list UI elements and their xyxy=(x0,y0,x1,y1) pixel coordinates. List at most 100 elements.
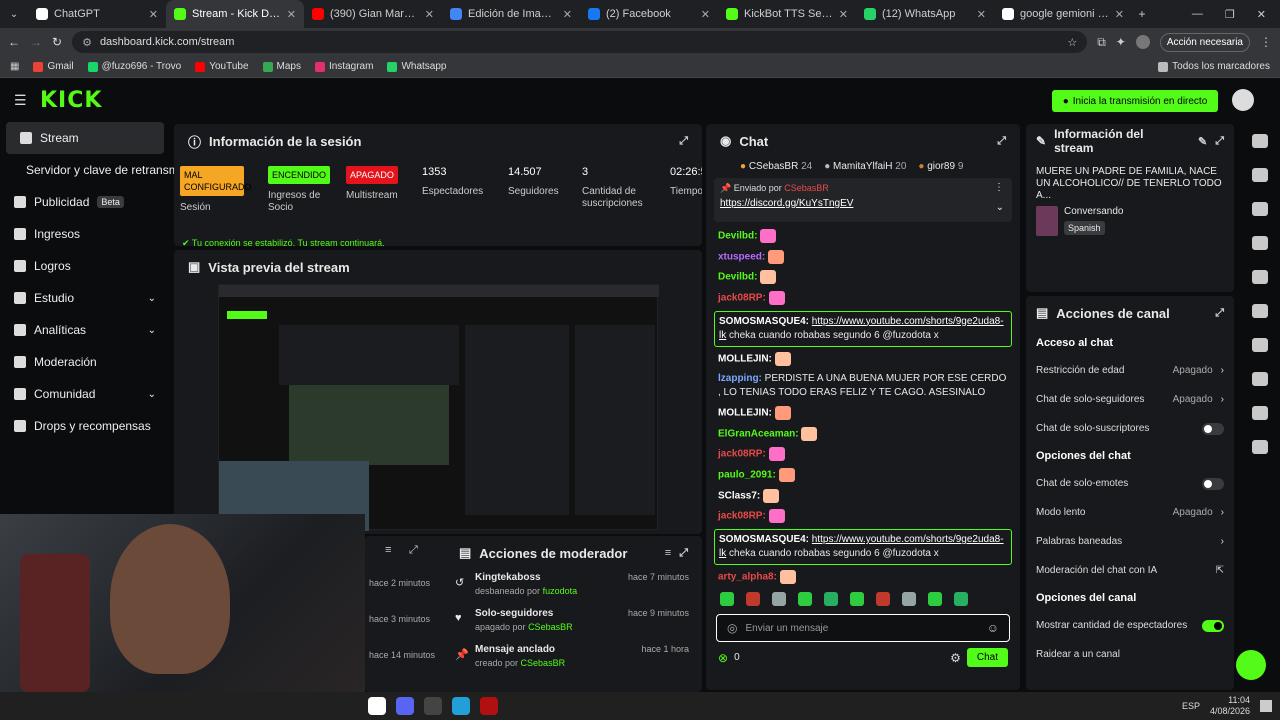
chat-message[interactable]: Devilbd: xyxy=(706,226,1020,247)
emote-icon[interactable] xyxy=(824,592,838,606)
clock[interactable]: 11:04 4/08/2026 xyxy=(1210,695,1250,717)
menu-kebab-icon[interactable]: ⋮ xyxy=(1260,35,1272,49)
chat-username[interactable]: jack08RP: xyxy=(718,293,766,304)
broadcast-icon[interactable] xyxy=(1252,338,1268,352)
mod-action-row[interactable]: ♥ Solo-seguidores apagado por CSebasBR hace… xyxy=(445,606,695,640)
dota-icon[interactable] xyxy=(480,697,498,715)
chat-username[interactable]: arty_alpha8: xyxy=(718,572,777,583)
chat-username[interactable]: jack08RP: xyxy=(718,449,766,460)
close-tab-icon[interactable]: ✕ xyxy=(149,8,158,21)
smile-icon[interactable]: ☺ xyxy=(987,621,999,635)
channel-setting-row[interactable]: Mostrar cantidad de espectadores xyxy=(1026,611,1234,640)
browser-tab[interactable]: Edición de Imagen: Delfin ✕ xyxy=(442,0,580,28)
chat-username[interactable]: ElGranAceaman: xyxy=(718,428,799,439)
chat-input[interactable]: ◎ Enviar un mensaje ☺ xyxy=(716,614,1010,642)
close-tab-icon[interactable]: ✕ xyxy=(701,8,710,21)
chat-message[interactable]: MOLLEJIN: xyxy=(706,349,1020,370)
notification-icon[interactable] xyxy=(1260,700,1272,712)
emote-icon[interactable] xyxy=(772,592,786,606)
profile-action-button[interactable]: Acción necesaria xyxy=(1159,32,1250,52)
bookmark-item[interactable]: Instagram xyxy=(314,61,373,72)
telegram-icon[interactable] xyxy=(452,697,470,715)
close-tab-icon[interactable]: ✕ xyxy=(425,8,434,21)
bookmark-item[interactable]: YouTube xyxy=(195,61,249,72)
avatar[interactable] xyxy=(1232,89,1254,111)
chat-username[interactable]: SOMOSMASQUE4: xyxy=(719,534,809,545)
bookmark-item[interactable]: Maps xyxy=(262,61,301,72)
sidebar-item[interactable]: Comunidad ⌄ xyxy=(0,378,170,410)
chat-username[interactable]: Devilbd: xyxy=(718,231,757,242)
chat-message[interactable]: paulo_2091: xyxy=(706,465,1020,486)
cluster-icon[interactable] xyxy=(1252,440,1268,454)
chat-message[interactable]: SOMOSMASQUE4: https://www.youtube.com/sh… xyxy=(714,310,1012,347)
chat-bubble-icon[interactable] xyxy=(1252,304,1268,318)
expand-icon[interactable]: ⤢ xyxy=(997,135,1006,148)
bookmark-item[interactable]: Whatsapp xyxy=(387,61,446,72)
close-tab-icon[interactable]: ✕ xyxy=(977,8,986,21)
channel-setting-row[interactable]: Restricción de edad Apagado › xyxy=(1026,356,1234,385)
toggle-switch[interactable] xyxy=(1202,477,1224,490)
mod-action-row[interactable]: 📌 Mensaje anclado creado por CSebasBR hace … xyxy=(445,642,695,676)
chat-username[interactable]: SClass7: xyxy=(718,490,760,501)
puzzle-icon[interactable]: ✦ xyxy=(1116,35,1126,49)
settings-gear-icon[interactable]: ⚙ xyxy=(950,651,961,665)
browser-tab[interactable]: Stream - Kick Dashboard ✕ xyxy=(166,0,304,28)
pinned-link[interactable]: https://discord.gg/KuYsTngEV xyxy=(720,198,1006,209)
site-info-icon[interactable]: ⚙ xyxy=(82,36,92,49)
channel-setting-row[interactable]: Chat de solo-seguidores Apagado › xyxy=(1026,385,1234,414)
browser-tab[interactable]: (12) WhatsApp ✕ xyxy=(856,0,994,28)
chat-message[interactable]: Devilbd: xyxy=(706,267,1020,288)
expand-icon[interactable]: ⤢ xyxy=(1215,307,1224,320)
tab-search-icon[interactable]: ⌄ xyxy=(0,9,28,20)
chat-message[interactable]: lzapping: PERDISTE A UNA BUENA MUJER POR… xyxy=(706,369,1020,403)
top-gifter[interactable]: ● MamitaYlfaiH 20 xyxy=(824,161,906,172)
sidebar-item[interactable]: Moderación xyxy=(0,346,170,378)
sidebar-item[interactable]: Drops y recompensas xyxy=(0,410,170,442)
expand-icon[interactable]: ⤢ xyxy=(409,544,418,557)
chat-username[interactable]: MOLLEJIN: xyxy=(718,408,772,419)
sidebar-item[interactable]: Analíticas ⌄ xyxy=(0,314,170,346)
stream-preview-video[interactable] xyxy=(218,284,659,531)
channel-setting-row[interactable]: Raidear a un canal xyxy=(1026,640,1234,669)
profile-icon[interactable] xyxy=(1135,35,1150,49)
emote-icon[interactable] xyxy=(720,592,734,606)
wrench-icon[interactable] xyxy=(1252,406,1268,420)
emote-icon[interactable] xyxy=(954,592,968,606)
toggle-switch[interactable] xyxy=(1202,422,1224,435)
chat-message[interactable]: SClass7: xyxy=(706,486,1020,507)
emote-icon[interactable] xyxy=(876,592,890,606)
chat-username[interactable]: SOMOSMASQUE4: xyxy=(719,316,809,327)
chat-message[interactable]: jack08RP: xyxy=(706,506,1020,527)
mod-action-row[interactable]: ↺ Kingtekaboss desbaneado por fuzodota hace… xyxy=(445,570,695,604)
sidebar-item[interactable]: Stream xyxy=(6,122,164,154)
browser-tab[interactable]: google gemioni - Buscar ✕ xyxy=(994,0,1132,28)
channel-setting-row[interactable]: Chat de solo-suscriptores xyxy=(1026,414,1234,443)
back-icon[interactable]: ← xyxy=(8,35,20,49)
server-icon[interactable] xyxy=(1252,372,1268,386)
discord-icon[interactable] xyxy=(396,697,414,715)
emote-icon[interactable] xyxy=(928,592,942,606)
filter-icon[interactable]: ≡ xyxy=(385,544,391,556)
sidebar-item[interactable]: Servidor y clave de retransmisión xyxy=(0,154,203,186)
forward-icon[interactable]: → xyxy=(30,35,42,49)
expand-icon[interactable]: ⤢ xyxy=(679,135,688,148)
emote-icon[interactable] xyxy=(850,592,864,606)
chat-username[interactable]: paulo_2091: xyxy=(718,470,776,481)
toggle-switch[interactable] xyxy=(1202,619,1224,632)
expand-icon[interactable]: ⤢ xyxy=(679,547,688,560)
chat-message[interactable]: arty_alpha8: xyxy=(706,567,1020,588)
close-tab-icon[interactable]: ✕ xyxy=(1115,8,1124,21)
filter-icon[interactable]: ≡ xyxy=(665,547,671,559)
chat-message[interactable]: ElGranAceaman: xyxy=(706,424,1020,445)
browser-tab[interactable]: (2) Facebook ✕ xyxy=(580,0,718,28)
chat-message[interactable]: jack08RP: xyxy=(706,288,1020,309)
obs-icon[interactable] xyxy=(424,697,442,715)
send-chat-button[interactable]: Chat xyxy=(966,648,1008,667)
sidebar-item[interactable]: Estudio ⌄ xyxy=(0,282,170,314)
chat-username[interactable]: MOLLEJIN: xyxy=(718,353,772,364)
all-bookmarks-folder[interactable]: Todos los marcadores xyxy=(1158,61,1270,72)
language-indicator[interactable]: ESP xyxy=(1182,701,1200,711)
pinned-message[interactable]: 📌 Enviado por CSebasBR https://discord.g… xyxy=(714,178,1012,222)
browser-tab[interactable]: ChatGPT ✕ xyxy=(28,0,166,28)
bookmark-star-icon[interactable]: ☆ xyxy=(1067,36,1077,49)
